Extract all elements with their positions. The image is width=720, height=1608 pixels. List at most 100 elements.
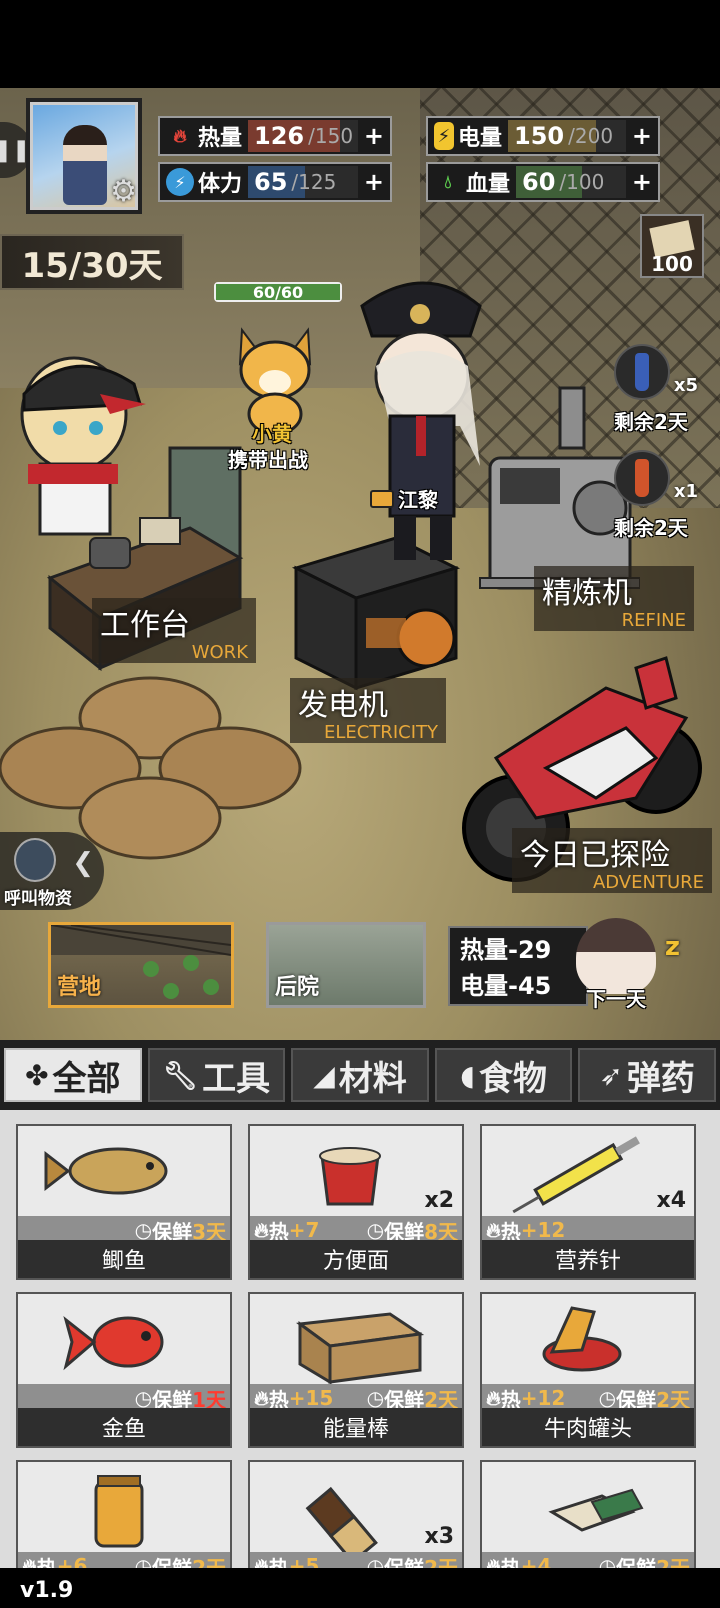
camp-tab-label: 营地 [57, 975, 102, 1000]
item-name: 营养针 [482, 1240, 694, 1278]
item-name: 牛肉罐头 [482, 1408, 694, 1446]
item-quantity: x4 [656, 1188, 687, 1213]
player-avatar[interactable]: ⚙ [30, 102, 138, 210]
item-name: 能量棒 [250, 1408, 462, 1446]
item-image [250, 1294, 462, 1384]
buff-slot-2[interactable]: x1 [614, 450, 698, 506]
item-image [18, 1294, 230, 1384]
health-bar: 60 /100 [516, 166, 626, 198]
item-quantity: x2 [424, 1188, 455, 1213]
flame-icon: 🔥︎ [254, 1218, 269, 1242]
item-image [18, 1126, 230, 1216]
inventory-item[interactable]: 🔥︎ 热 +12 ◷ 保鲜 2天 牛肉罐头 [480, 1292, 696, 1448]
grid-icon: ✤ [25, 1058, 49, 1092]
category-tab-3[interactable]: ◖ 食物 [434, 1048, 573, 1102]
bottom-bar [0, 1568, 720, 1608]
pet-carry-button[interactable]: 携带出战 [228, 444, 308, 473]
radio-icon [14, 838, 56, 882]
add-heat-button[interactable]: + [364, 122, 384, 150]
bottle-icon [635, 459, 649, 497]
heat-cost: 热量-29 [460, 936, 552, 964]
food-icon: ◖ [460, 1058, 475, 1092]
location-tab-backyard[interactable]: 后院 [266, 922, 426, 1008]
character-name-label[interactable]: 江黎 [370, 484, 438, 513]
clock-icon: ◷ [134, 1386, 153, 1410]
day-counter: 15/30天 [0, 234, 184, 290]
item-name: 方便面 [250, 1240, 462, 1278]
add-health-button[interactable]: + [632, 168, 652, 196]
buff-remaining: 剩余2天 [614, 516, 688, 540]
generator-title: 发电机 [298, 688, 388, 723]
heat-max: /150 [308, 124, 354, 148]
workbench-label[interactable]: 工作台 WORK [92, 598, 256, 663]
add-stamina-button[interactable]: + [364, 168, 384, 196]
inventory-item[interactable]: ◷ 保鲜 1天 金鱼 [16, 1292, 232, 1448]
refiner-title: 精炼机 [542, 576, 632, 611]
inventory-item[interactable]: ◷ 保鲜 3天 鲫鱼 [16, 1124, 232, 1280]
next-day-label: 下一天 [586, 987, 646, 1011]
category-tab-1[interactable]: 🔧︎ 工具 [147, 1048, 286, 1102]
clock-icon: ◷ [134, 1218, 153, 1242]
status-bar-area [0, 0, 720, 88]
gear-icon[interactable]: ⚙ [110, 174, 137, 209]
version-label: v1.9 [20, 1578, 74, 1603]
item-name: 金鱼 [18, 1408, 230, 1446]
adventure-label[interactable]: 今日已探险 ADVENTURE [512, 828, 712, 893]
mail-crate[interactable]: 100 [640, 214, 704, 278]
flame-icon: 🔥︎ [486, 1386, 501, 1410]
backyard-tab-label: 后院 [275, 975, 320, 1000]
inventory-item[interactable]: 🔥︎ 热 +7 ◷ 保鲜 8天 x2 方便面 [248, 1124, 464, 1280]
heat-label: 热量 [198, 126, 243, 151]
refiner-subtitle: REFINE [621, 610, 686, 631]
buff-slot-1[interactable]: x5 [614, 344, 698, 400]
add-power-button[interactable]: + [632, 122, 652, 150]
heat-value: +12 [520, 1218, 566, 1242]
call-supplies-label: 呼叫物资 [4, 889, 72, 909]
wrench-icon: 🔧︎ [162, 1058, 199, 1092]
power-label: 电量 [458, 126, 503, 151]
stamina-max: /125 [291, 170, 337, 194]
category-tabs: ✤ 全部 🔧︎ 工具 ◢ 材料 ◖ 食物 ➶ 弹药 [0, 1040, 720, 1110]
heat-value: +15 [288, 1386, 334, 1410]
category-tab-0[interactable]: ✤ 全部 [4, 1048, 142, 1102]
pause-icon: ❚❚ [0, 137, 31, 163]
heat-value: +12 [520, 1386, 566, 1410]
adventure-title: 今日已探险 [520, 838, 670, 873]
buff-remaining: 剩余2天 [614, 410, 688, 434]
pet-hp-text: 60/60 [252, 282, 304, 302]
category-tab-4[interactable]: ➶ 弹药 [578, 1048, 716, 1102]
soldier-girl-character[interactable] [0, 324, 150, 544]
power-stat-panel: ⚡︎ 电量 150 /200 + [426, 116, 660, 156]
item-grid: ◷ 保鲜 3天 鲫鱼 🔥︎ 热 +7 ◷ 保鲜 8天 x2 方便面 🔥︎ 热 +12 x4 营养针 ◷ 保鲜 1天 金鱼… [16, 1124, 706, 1608]
category-label: 全部 [52, 1058, 121, 1099]
category-tab-2[interactable]: ◢ 材料 [291, 1048, 429, 1102]
heat-value: +7 [288, 1218, 320, 1242]
material-icon: ◢ [313, 1058, 335, 1092]
generator-label[interactable]: 发电机 ELECTRICITY [290, 678, 446, 743]
power-current: 150 [514, 122, 565, 150]
buff-count: x1 [673, 481, 698, 502]
health-max: /100 [559, 170, 605, 194]
item-name: 鲫鱼 [18, 1240, 230, 1278]
pet-name: 小黄 [252, 422, 292, 446]
inventory-item[interactable]: 🔥︎ 热 +15 ◷ 保鲜 2天 能量棒 [248, 1292, 464, 1448]
next-day-cost-panel: 热量-29 电量-45 [448, 926, 588, 1006]
call-supplies-button[interactable]: ❮ 呼叫物资 [0, 832, 104, 910]
category-label: 食物 [478, 1058, 547, 1099]
character-name: 江黎 [398, 488, 438, 512]
chest-icon [370, 489, 394, 508]
heat-current: 126 [254, 122, 305, 150]
location-tab-camp[interactable]: 营地 [48, 922, 234, 1008]
stamina-bar: 65 /125 [248, 166, 358, 198]
inventory-item[interactable]: 🔥︎ 热 +12 x4 营养针 [480, 1124, 696, 1280]
health-label: 血量 [466, 172, 511, 197]
next-day-button[interactable]: z 下一天 [568, 914, 686, 1016]
heat-bar: 126 /150 [248, 120, 358, 152]
clock-icon: ◷ [598, 1386, 617, 1410]
item-image [482, 1462, 694, 1552]
officer-character[interactable] [350, 266, 500, 566]
stamina-current: 65 [254, 168, 288, 196]
refiner-label[interactable]: 精炼机 REFINE [534, 566, 694, 631]
health-current: 60 [522, 168, 556, 196]
chevron-left-icon: ❮ [72, 848, 94, 878]
